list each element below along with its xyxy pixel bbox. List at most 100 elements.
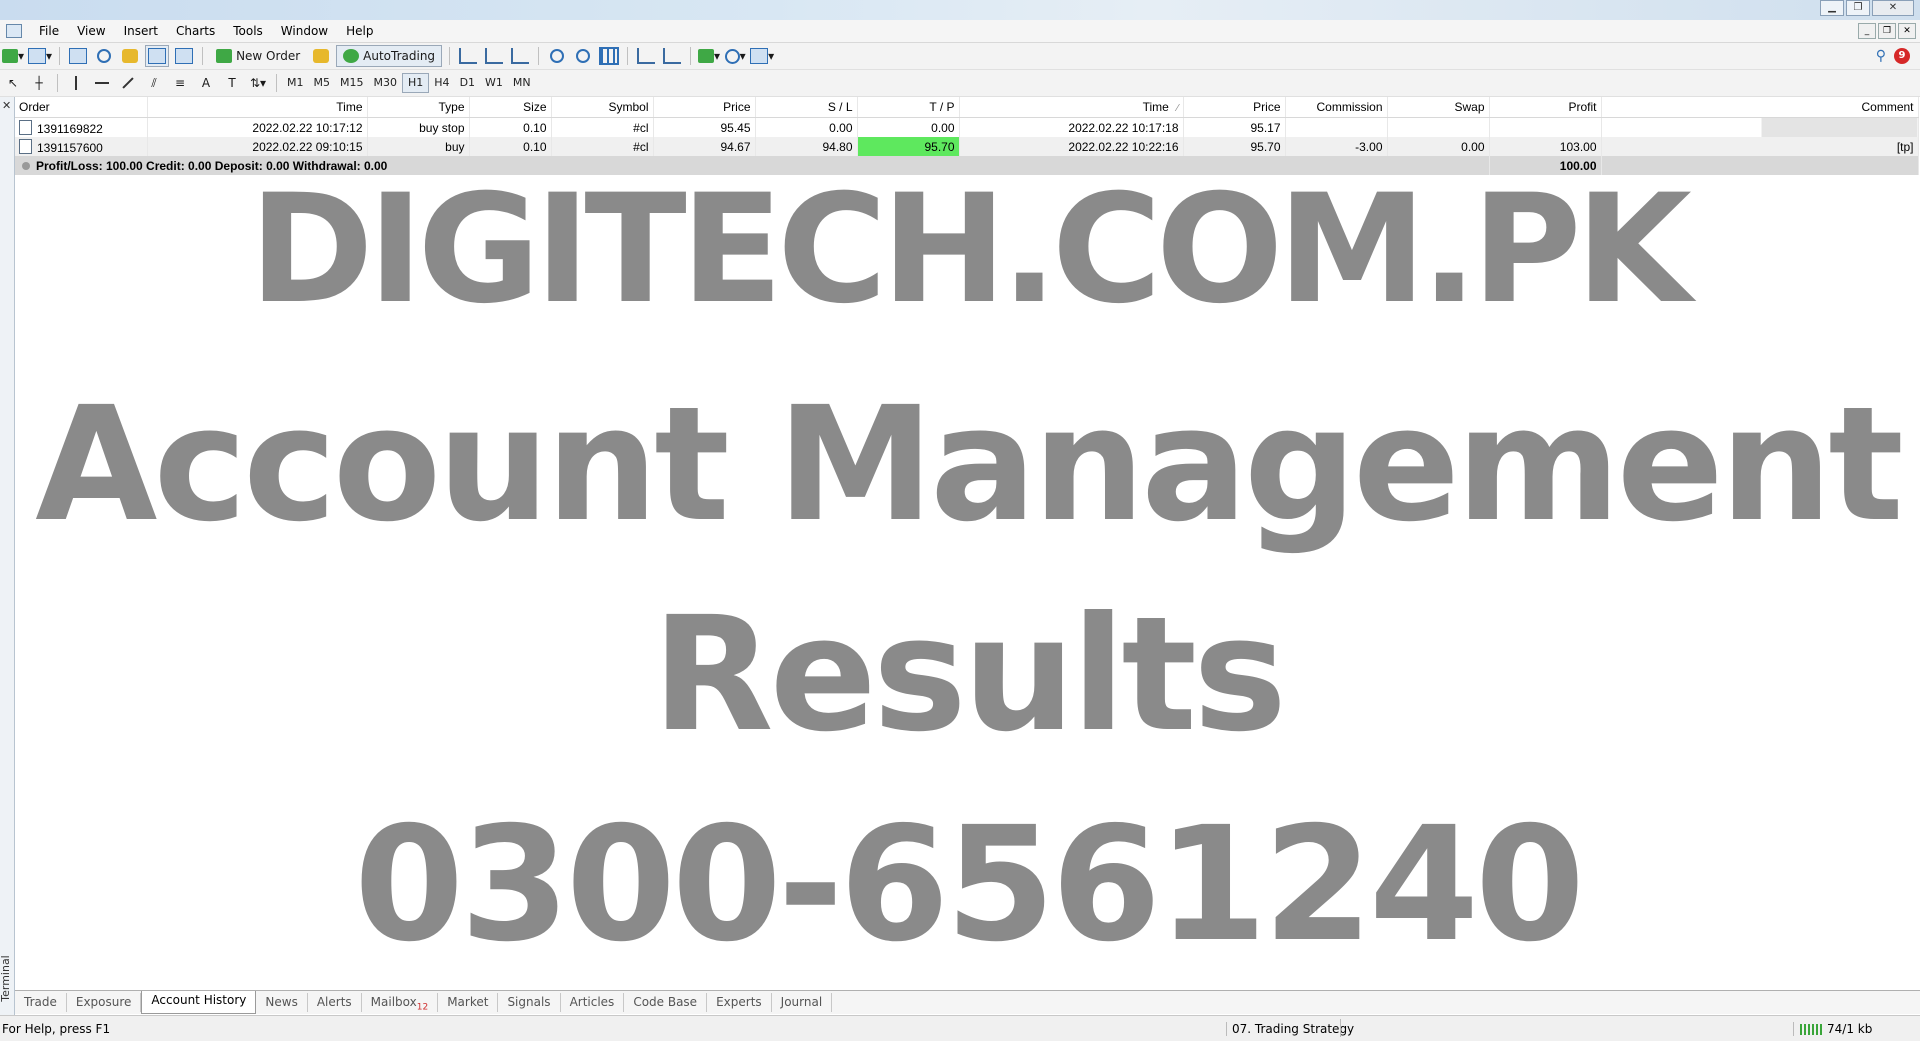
col-close-price[interactable]: Price [1183,97,1286,118]
col-profit[interactable]: Profit [1489,97,1602,118]
status-bar: For Help, press F1 07. Trading Strategy … [0,1015,1920,1041]
candlestick-icon [485,48,504,64]
timeframe-h4[interactable]: H4 [429,74,454,92]
tab-articles[interactable]: Articles [561,993,625,1012]
table-row[interactable]: 1391169822 2022.02.22 10:17:12 buy stop … [15,117,1919,137]
menu-view[interactable]: View [68,24,114,38]
toolbar-separator [449,47,451,65]
col-tp[interactable]: T / P [857,97,960,118]
candlestick-button[interactable] [483,46,505,66]
bar-chart-button[interactable] [457,46,479,66]
tab-journal[interactable]: Journal [772,993,833,1012]
col-comment[interactable]: Comment [1601,97,1919,118]
timeframe-m1[interactable]: M1 [282,74,309,92]
tab-alerts[interactable]: Alerts [308,993,362,1012]
tab-mailbox[interactable]: Mailbox12 [362,993,439,1012]
bar-chart-icon [459,48,478,64]
app-icon[interactable] [6,24,22,38]
tab-exposure[interactable]: Exposure [67,993,142,1012]
menu-insert[interactable]: Insert [115,24,167,38]
tab-market[interactable]: Market [438,993,499,1012]
timeframe-h1[interactable]: H1 [402,73,430,93]
fibonacci-button[interactable]: ≡ [169,73,191,93]
timeframe-m5[interactable]: M5 [309,74,336,92]
zoom-out-button[interactable] [572,46,594,66]
text-label-button[interactable]: T [221,73,243,93]
col-swap[interactable]: Swap [1387,97,1490,118]
tab-signals[interactable]: Signals [498,993,561,1012]
terminal-button[interactable] [145,45,170,67]
restore-window-icon[interactable]: ❐ [1846,0,1870,16]
col-order[interactable]: Order [15,97,148,118]
chart-shift-button[interactable] [635,46,657,66]
col-commission[interactable]: Commission [1285,97,1388,118]
zoom-in-button[interactable] [546,46,568,66]
data-window-button[interactable] [93,46,115,66]
trendline-icon [122,77,134,89]
menu-window[interactable]: Window [272,24,337,38]
market-watch-button[interactable] [67,46,89,66]
tab-code-base[interactable]: Code Base [624,993,708,1012]
status-divider [1340,1019,1341,1037]
menu-tools[interactable]: Tools [224,24,272,38]
tab-account-history[interactable]: Account History [141,991,257,1014]
autotrading-button[interactable]: AutoTrading [336,45,443,67]
timeframe-m30[interactable]: M30 [369,74,403,92]
profiles-button[interactable]: ▾ [28,46,52,66]
auto-scroll-button[interactable] [661,46,683,66]
mdi-close-icon[interactable]: ✕ [1898,23,1916,39]
timeframe-mn[interactable]: MN [508,74,536,92]
notifications-badge[interactable]: 9 [1894,48,1910,64]
col-close-time[interactable]: Time ⁄ [959,97,1184,118]
tab-news[interactable]: News [256,993,308,1012]
terminal-tabs: Trade Exposure Account History News Aler… [15,990,1920,1014]
menu-help[interactable]: Help [337,24,382,38]
channel-button[interactable]: ⫽ [143,73,165,93]
status-connection[interactable]: 74/1 kb [1793,1022,1872,1036]
close-window-icon[interactable]: ✕ [1872,0,1914,16]
timeframe-m15[interactable]: M15 [335,74,369,92]
col-type[interactable]: Type [367,97,470,118]
new-chart-button[interactable]: ▾ [2,46,24,66]
indicators-button[interactable]: ▾ [698,46,720,66]
col-symbol[interactable]: Symbol [551,97,654,118]
tile-windows-button[interactable] [598,46,620,66]
col-open-price[interactable]: Price [653,97,756,118]
tab-trade[interactable]: Trade [15,993,67,1012]
strategy-tester-button[interactable] [173,46,195,66]
timeframe-w1[interactable]: W1 [480,74,508,92]
crosshair-button[interactable]: ┼ [28,73,50,93]
col-open-time[interactable]: Time [147,97,368,118]
status-help-text: For Help, press F1 [2,1022,111,1036]
tab-experts[interactable]: Experts [707,993,772,1012]
cell-swap [1387,117,1490,137]
menu-charts[interactable]: Charts [167,24,224,38]
metaeditor-icon [313,49,330,63]
text-button[interactable]: A [195,73,217,93]
vertical-line-icon [75,76,77,90]
new-order-button[interactable]: New Order [210,46,306,66]
navigator-button[interactable] [119,46,141,66]
terminal-close-icon[interactable]: ✕ [2,99,11,112]
table-row[interactable]: 1391157600 2022.02.22 09:10:15 buy 0.10 … [15,137,1919,156]
trendline-button[interactable] [117,73,139,93]
col-size[interactable]: Size [469,97,552,118]
periods-button[interactable]: ▾ [724,46,746,66]
mdi-restore-icon[interactable]: ❐ [1878,23,1896,39]
cell-type: buy [367,137,470,156]
line-chart-button[interactable] [509,46,531,66]
mdi-minimize-icon[interactable]: _ [1858,23,1876,39]
metaeditor-button[interactable] [310,46,332,66]
minimize-window-icon[interactable]: ▁ [1820,0,1844,16]
cursor-button[interactable]: ↖ [2,73,24,93]
menu-file[interactable]: File [30,24,68,38]
timeframe-d1[interactable]: D1 [455,74,480,92]
col-sl[interactable]: S / L [755,97,858,118]
templates-button[interactable]: ▾ [750,46,774,66]
arrows-button[interactable]: ⇅▾ [247,73,269,93]
horizontal-line-button[interactable] [91,73,113,93]
zoom-out-icon [576,49,591,63]
search-icon[interactable]: ⚲ [1876,48,1886,64]
vertical-line-button[interactable] [65,73,87,93]
status-profile[interactable]: 07. Trading Strategy [1226,1022,1354,1036]
